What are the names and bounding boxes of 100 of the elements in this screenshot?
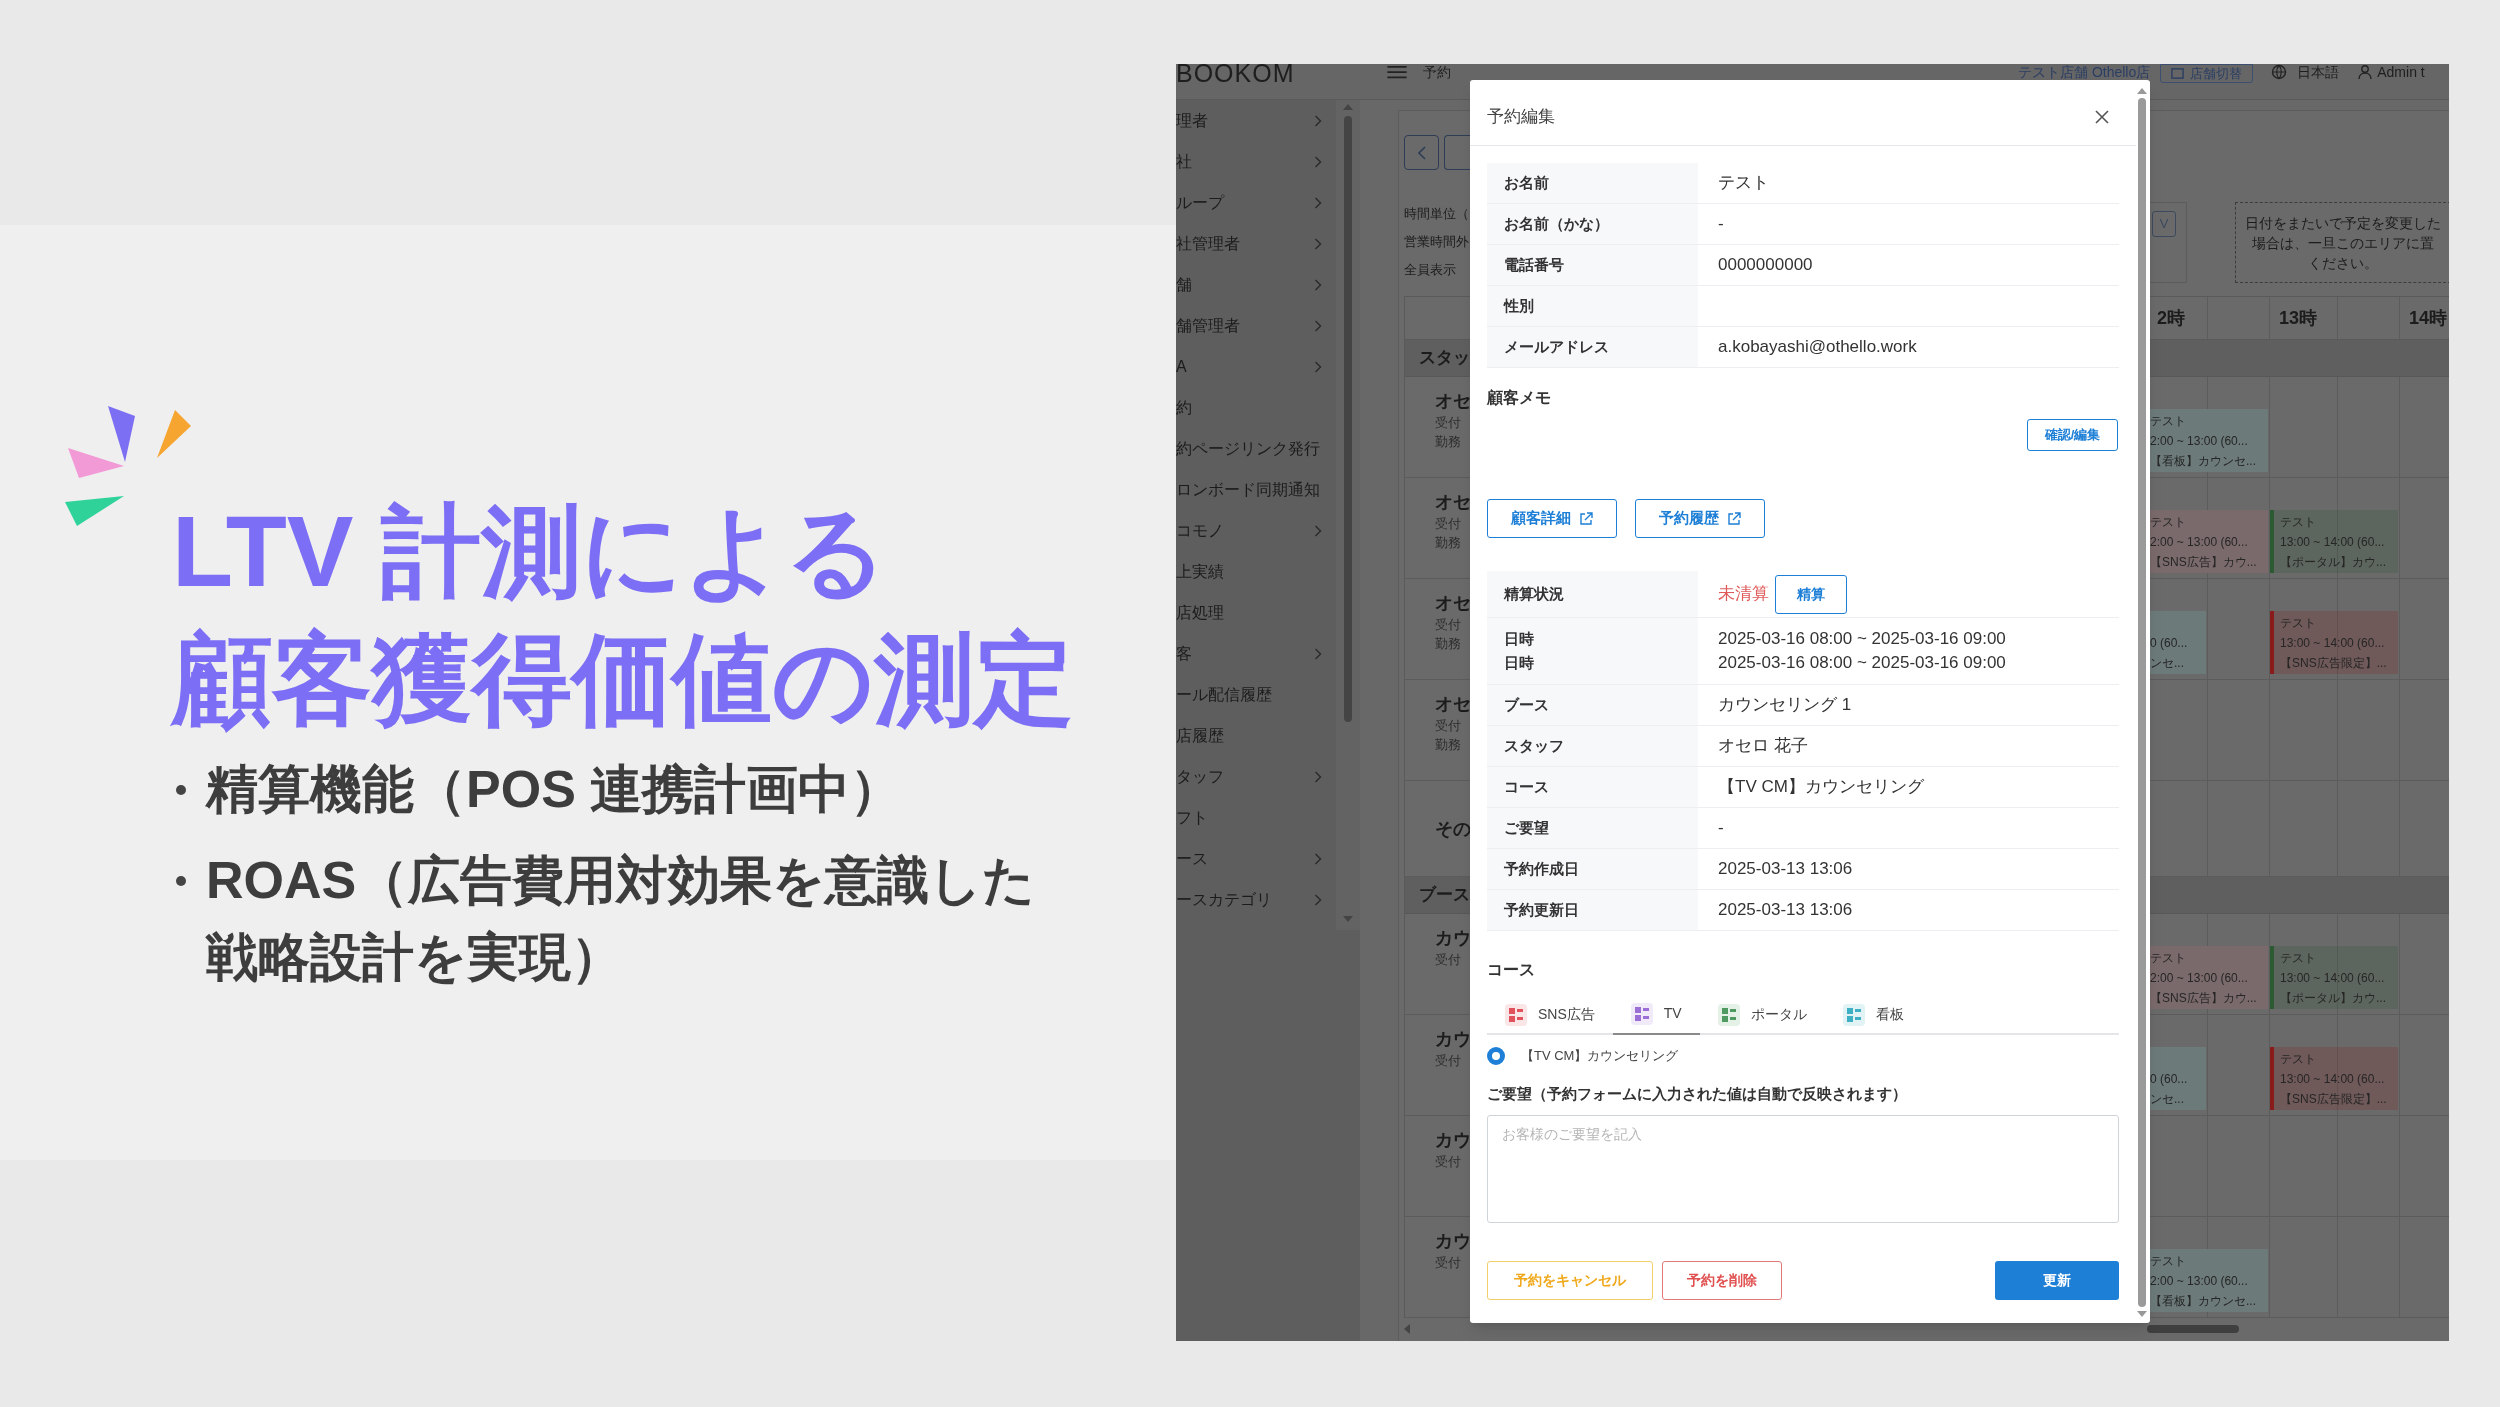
field-label: スタッフ xyxy=(1504,736,1565,756)
field-label: コース xyxy=(1504,777,1550,797)
row-note: 勤務 xyxy=(1435,534,1462,552)
scroll-up-icon[interactable] xyxy=(2137,88,2147,94)
setting-label: 全員表示 xyxy=(1404,262,1457,279)
hour-label: 13時 xyxy=(2278,306,2319,330)
cancel-button[interactable]: 予約をキャンセル xyxy=(1487,1261,1653,1300)
scroll-left-icon[interactable] xyxy=(1404,1324,1410,1334)
row-name: カウ xyxy=(1435,927,1472,950)
field-value: - xyxy=(1718,817,1725,839)
calendar-event[interactable]: テスト 13:00 ~ 14:00 (60... 【SNS広告限定】... xyxy=(2270,1047,2398,1110)
scroll-up-icon[interactable] xyxy=(1343,104,1353,110)
event-text: 2:00 ~ 13:00 (60... xyxy=(2150,1273,2249,1290)
sidebar-item[interactable]: 約 xyxy=(1176,387,1336,428)
sidebar-item[interactable]: フト xyxy=(1176,797,1336,838)
event-text: テスト xyxy=(2150,413,2187,430)
sidebar-item[interactable]: 店履歴 xyxy=(1176,715,1336,756)
scroll-thumb[interactable] xyxy=(2147,1325,2239,1333)
sidebar-item[interactable]: ール配信履歴 xyxy=(1176,674,1336,715)
update-button[interactable]: 更新 xyxy=(1995,1261,2119,1300)
event-text: 2:00 ~ 13:00 (60... xyxy=(2150,970,2249,987)
drop-zone[interactable]: 日付をまたいで予定を変更した 場合は、一旦このエリアに置 ください。 xyxy=(2235,202,2449,283)
option-label: 【TV CM】カウンセリング xyxy=(1521,1046,1679,1065)
chevron-right-icon xyxy=(1314,319,1322,332)
menu-icon[interactable] xyxy=(1385,65,1409,79)
sidebar-item[interactable]: 社 xyxy=(1176,141,1336,182)
section-title: ブース xyxy=(1419,884,1470,907)
event-text: 【ポータル】カウ... xyxy=(2280,990,2386,1007)
scroll-down-icon[interactable] xyxy=(1343,916,1353,922)
event-text: テスト xyxy=(2280,1051,2317,1068)
row-name: カウ xyxy=(1435,1129,1472,1152)
row-note: 勤務 xyxy=(1435,736,1462,754)
course-tab[interactable]: TV xyxy=(1612,994,1700,1035)
field-label: 電話番号 xyxy=(1504,255,1565,275)
close-icon[interactable] xyxy=(2095,109,2109,124)
sidebar-item[interactable]: ロンボード同期通知 xyxy=(1176,469,1336,510)
scroll-thumb[interactable] xyxy=(2138,98,2146,1307)
user-name[interactable]: Admin t xyxy=(2377,64,2425,80)
chevron-right-icon xyxy=(1314,770,1322,783)
external-link-button[interactable]: 顧客詳細 xyxy=(1487,499,1617,538)
settle-button[interactable]: 精算 xyxy=(1775,574,1847,614)
field-label: 日時 xyxy=(1504,629,1535,649)
event-text: 【ポータル】カウ... xyxy=(2280,554,2386,571)
memo-edit-button[interactable]: 確認/編集 xyxy=(2027,419,2118,451)
sidebar-item[interactable]: 舗管理者 xyxy=(1176,305,1336,346)
chevron-right-icon xyxy=(1314,237,1322,250)
calendar-event[interactable]: テスト 2:00 ~ 13:00 (60... 【SNS広告】カウ... xyxy=(2148,946,2268,1009)
event-text: 13:00 ~ 14:00 (60... xyxy=(2280,970,2386,987)
course-tab[interactable]: SNS広告 xyxy=(1487,994,1613,1035)
event-text: 【SNS広告】カウ... xyxy=(2150,554,2257,571)
sidebar-item[interactable]: ース xyxy=(1176,838,1336,879)
event-text: 【看板】カウンセ... xyxy=(2150,453,2256,470)
field-label: お名前 xyxy=(1504,173,1550,193)
sidebar-item[interactable]: 約ページリンク発行 xyxy=(1176,428,1336,469)
external-link-icon xyxy=(1579,511,1593,526)
calendar-event[interactable]: テスト 13:00 ~ 14:00 (60... 【SNS広告限定】... xyxy=(2270,611,2398,674)
scrollbar[interactable] xyxy=(1336,100,1360,930)
external-link-icon xyxy=(1727,511,1741,526)
external-link-button[interactable]: 予約履歴 xyxy=(1635,499,1765,538)
sidebar-item[interactable]: 舗 xyxy=(1176,264,1336,305)
calendar-event[interactable]: テスト 2:00 ~ 13:00 (60... 【SNS広告】カウ... xyxy=(2148,510,2268,573)
sidebar-item[interactable]: 理者 xyxy=(1176,100,1336,141)
sidebar-item[interactable]: 店処理 xyxy=(1176,592,1336,633)
event-text: ンセ... xyxy=(2150,655,2185,672)
course-tab[interactable]: ポータル xyxy=(1699,994,1825,1035)
logo-text: BOOKOM xyxy=(1176,64,1295,87)
sidebar-item[interactable]: ースカテゴリ xyxy=(1176,879,1336,920)
delete-button[interactable]: 予約を削除 xyxy=(1662,1261,1782,1300)
scroll-down-icon[interactable] xyxy=(2137,1311,2147,1317)
calendar-event[interactable]: テスト 2:00 ~ 13:00 (60... 【看板】カウンセ... xyxy=(2148,409,2268,472)
row-name: オセ xyxy=(1435,592,1472,615)
calendar-event[interactable]: 0 (60... ンセ... xyxy=(2148,611,2206,674)
back-button[interactable] xyxy=(1404,135,1439,170)
drop-zone-hint: 日付をまたいで予定を変更した 場合は、一旦このエリアに置 ください。 xyxy=(2245,213,2441,273)
sidebar-item[interactable]: A xyxy=(1176,346,1336,387)
field-value: オセロ 花子 xyxy=(1718,735,1809,757)
event-text: 13:00 ~ 14:00 (60... xyxy=(2280,635,2386,652)
field-value: a.kobayashi@othello.work xyxy=(1718,336,1918,359)
burst-icon xyxy=(68,406,191,478)
calendar-event[interactable]: 0 (60... ンセ... xyxy=(2148,1047,2206,1110)
sidebar-item[interactable]: 客 xyxy=(1176,633,1336,674)
sidebar-item[interactable]: タッフ xyxy=(1176,756,1336,797)
scroll-thumb[interactable] xyxy=(1344,116,1352,722)
field-value: - xyxy=(1718,213,1725,236)
calendar-event[interactable]: テスト 2:00 ~ 13:00 (60... 【看板】カウンセ... xyxy=(2148,1249,2268,1312)
chevron-right-icon xyxy=(1314,114,1322,127)
course-tab[interactable]: 看板 xyxy=(1824,994,1922,1035)
row-name: オセ xyxy=(1435,491,1472,514)
row-name: オセ xyxy=(1435,390,1472,413)
event-text: 【SNS広告限定】... xyxy=(2280,655,2387,672)
sidebar-item[interactable]: 社管理者 xyxy=(1176,223,1336,264)
event-text: ンセ... xyxy=(2150,1091,2185,1108)
language-selector[interactable]: 日本語 xyxy=(2297,64,2340,80)
sidebar-item[interactable]: ループ xyxy=(1176,182,1336,223)
request-field[interactable]: お客様のご要望を記入 xyxy=(1487,1115,2119,1223)
event-text: テスト xyxy=(2150,1253,2187,1270)
sidebar-item[interactable]: コモノ xyxy=(1176,510,1336,551)
radio-button[interactable] xyxy=(1487,1046,1505,1065)
field-label: ブース xyxy=(1504,695,1550,715)
dialog-title: 予約編集 xyxy=(1487,105,1555,128)
